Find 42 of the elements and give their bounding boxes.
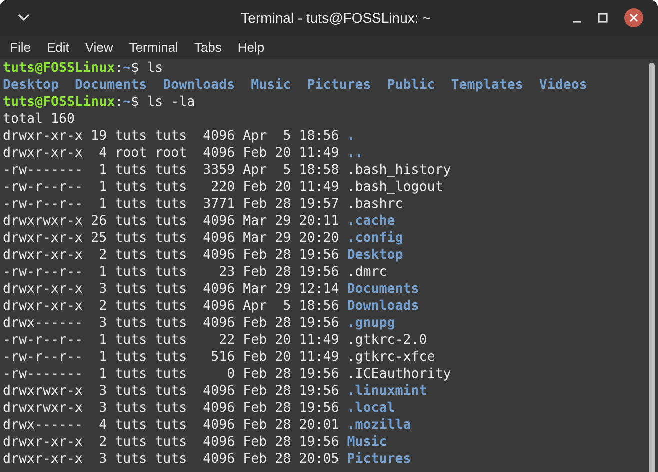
listing-row: -rw-r--r-- 1 tuts tuts 220 Feb 20 11:49 .bash_logout — [3, 179, 444, 196]
directory-name: Templates — [451, 77, 524, 94]
listing-row: drwx------ 3 tuts tuts 4096 Feb 28 19:56 .gnupg — [3, 315, 396, 332]
menu-item[interactable]: Tabs — [186, 38, 230, 58]
menu-item[interactable]: View — [77, 38, 122, 58]
maximize-icon[interactable] — [598, 13, 608, 23]
directory-name: Videos — [539, 77, 588, 94]
listing-row: drwxr-xr-x 19 tuts tuts 4096 Apr 5 18:56 . — [3, 128, 356, 145]
directory-name: Downloads — [163, 77, 236, 94]
listing-row: drwxr-xr-x 4 root root 4096 Feb 20 11:49 .. — [3, 145, 364, 162]
listing-row: drwxr-xr-x 3 tuts tuts 4096 Mar 29 12:14 Documents — [3, 281, 420, 298]
listing-row: drwxrwxr-x 26 tuts tuts 4096 Mar 29 20:11 .cache — [3, 213, 396, 230]
window-title: Terminal - tuts@FOSSLinux: ~ — [241, 8, 431, 28]
output-line: total 160 — [3, 111, 76, 128]
directory-name: Documents — [75, 77, 148, 94]
menu-item[interactable]: Help — [230, 38, 273, 58]
menu-item[interactable]: Terminal — [121, 38, 186, 58]
listing-row: drwxr-xr-x 2 tuts tuts 4096 Feb 28 19:56 Desktop — [3, 247, 404, 264]
listing-row: drwxr-xr-x 25 tuts tuts 4096 Mar 29 20:20 .config — [3, 230, 404, 247]
directory-name: Music — [251, 77, 292, 94]
listing-row: drwxrwxr-x 3 tuts tuts 4096 Feb 28 19:56 .local — [3, 400, 396, 417]
menu-item[interactable]: File — [2, 38, 39, 58]
directory-name: Public — [387, 77, 436, 94]
listing-row: drwxr-xr-x 2 tuts tuts 4096 Apr 5 18:56 Downloads — [3, 298, 420, 315]
listing-row: drwx------ 4 tuts tuts 4096 Feb 28 20:01 .mozilla — [3, 417, 412, 434]
close-icon[interactable] — [624, 8, 644, 28]
listing-row: -rw------- 1 tuts tuts 0 Feb 28 19:56 .ICEauthority — [3, 366, 452, 383]
listing-row: drwxr-xr-x 3 tuts tuts 4096 Feb 28 20:05 Pictures — [3, 451, 412, 468]
menu-item[interactable]: Edit — [38, 38, 78, 58]
directory-name: Pictures — [307, 77, 372, 94]
listing-row: -rw-r--r-- 1 tuts tuts 516 Feb 20 11:49 .gtkrc-xfce — [3, 349, 436, 366]
listing-row: -rw-r--r-- 1 tuts tuts 3771 Feb 28 19:57 .bashrc — [3, 196, 404, 213]
listing-row: -rw------- 1 tuts tuts 3359 Apr 5 18:58 .bash_history — [3, 162, 452, 179]
scrollbar[interactable] — [645, 59, 658, 472]
listing-row: -rw-r--r-- 1 tuts tuts 22 Feb 20 11:49 .gtkrc-2.0 — [3, 332, 428, 349]
chevron-down-icon[interactable] — [18, 14, 30, 22]
command-line: tuts@FOSSLinux:~$ ls -la — [3, 94, 196, 111]
listing-row: drwxrwxr-x 3 tuts tuts 4096 Feb 28 19:56 .linuxmint — [3, 383, 428, 400]
listing-row: -rw-r--r-- 1 tuts tuts 23 Feb 28 19:56 .dmrc — [3, 264, 388, 281]
directory-name: Desktop — [3, 77, 60, 94]
listing-row: drwxr-xr-x 2 tuts tuts 4096 Feb 28 19:56 Music — [3, 434, 388, 451]
command-line: tuts@FOSSLinux:~$ ls — [3, 60, 164, 77]
